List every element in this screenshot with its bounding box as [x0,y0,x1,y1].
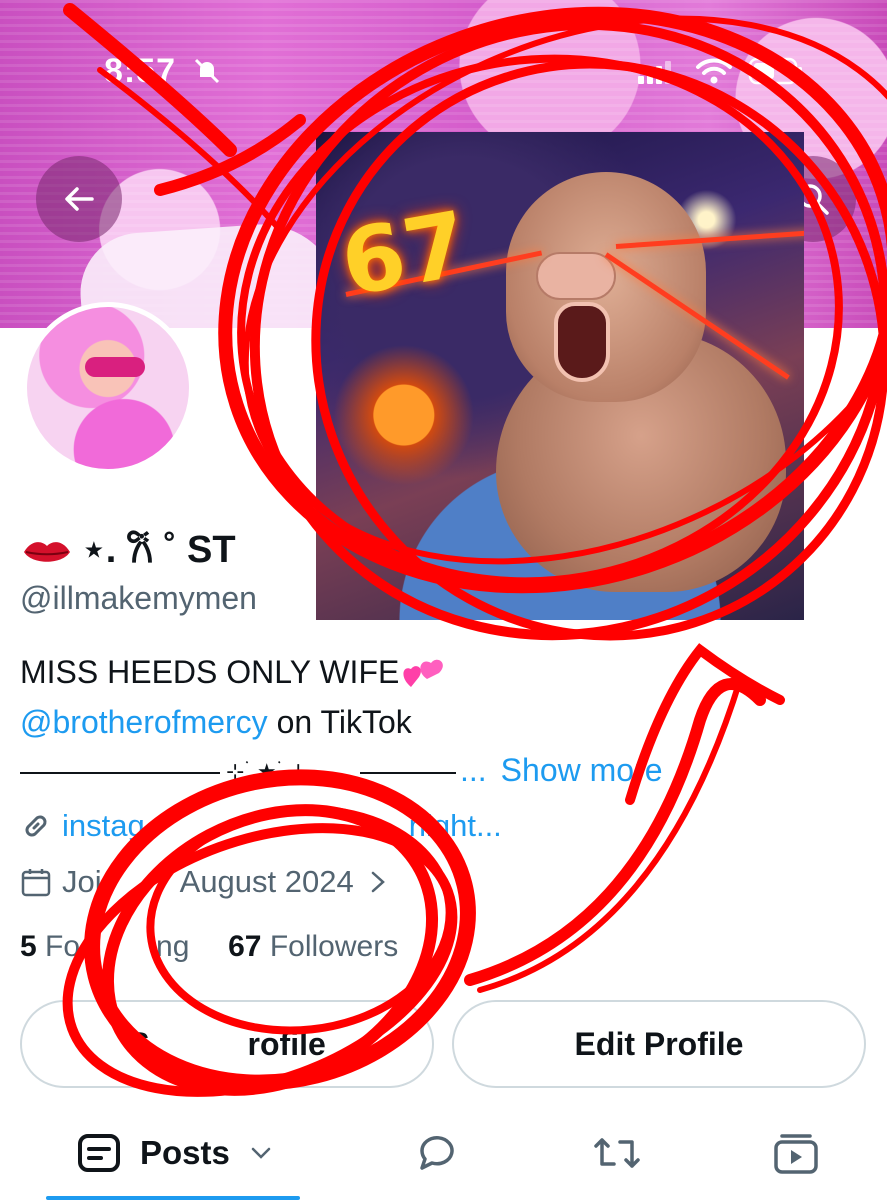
bio-mention-link[interactable]: @brotherofmercy [20,704,268,740]
pig-mouth-shape [554,302,610,382]
profile-link[interactable]: instag [62,808,145,844]
share-profile-label-tail: rofile [247,1025,326,1062]
bio-ellipsis: ... [460,752,487,788]
posts-icon [78,1134,120,1172]
status-bar: 8:57 [0,48,887,96]
calendar-icon [21,869,51,897]
meme-number-text: 67 [333,191,476,318]
following-count: 5 [20,930,37,963]
pig-meme-image: 67 [316,132,804,620]
edit-profile-button[interactable]: Edit Profile [452,1000,866,1088]
display-name: ⋆. 𐙚 ˚ ST [82,529,236,571]
following-label: Fo [45,930,81,963]
back-button[interactable] [36,156,122,242]
profile-link-tail[interactable]: night... [409,808,502,844]
display-name-row: ⋆. 𐙚 ˚ ST [22,522,236,574]
tab-replies[interactable] [414,1130,460,1176]
followers-link[interactable]: 67 Followers [228,930,398,963]
bell-off-icon [194,58,220,84]
bio-text: MISS HEEDS ONLY WIFE [20,654,400,690]
bio-line-2: @brotherofmercy on TikTok [20,704,412,741]
follow-stats: 5 Fo ng 67 Followers [20,930,398,964]
hearts-icon [403,659,444,687]
avatar[interactable] [22,302,194,474]
reply-icon [420,1136,454,1170]
lips-icon [24,542,70,562]
followers-label: Followers [269,930,399,963]
tab-posts[interactable]: Posts [76,1130,272,1176]
repost-icon [594,1138,640,1168]
back-arrow-icon [65,187,94,211]
bio-line-3: ⊹ ࣪ ★ ࣪ ⊹ ... Show more [20,752,663,789]
followers-count: 67 [228,930,262,963]
tab-media[interactable] [772,1130,820,1176]
divider-decoration-icon: ⊹ ࣪ ★ ࣪ ⊹ [20,760,456,785]
svg-text:⊹ ࣪ ★ ࣪ ⊹: ⊹ ࣪ ★ ࣪ ⊹ [226,760,308,785]
profile-tabs: Posts [0,1110,887,1200]
bio-text-tiktok: on TikTok [267,704,412,740]
chevron-right-icon [371,871,385,893]
edit-profile-label: Edit Profile [574,1025,744,1062]
following-link[interactable]: 5 Fo ng [20,930,189,963]
tab-reposts[interactable] [592,1130,642,1176]
bio-line-1: MISS HEEDS ONLY WIFE [20,654,447,693]
wifi-icon [696,58,732,84]
following-label-tail: ng [156,930,190,963]
handle: @illmakemymen [20,580,257,616]
share-profile-label: S [128,1025,150,1062]
profile-link-row[interactable]: instag night... [20,808,502,844]
joined-date: August 2024 [179,864,354,899]
status-time: 8:57 [104,52,177,90]
battery-icon [748,57,802,85]
link-icon [25,815,47,837]
tab-active-indicator [46,1196,300,1200]
signal-icon [638,61,671,84]
joined-label: Joi [62,864,102,899]
tab-posts-label: Posts [140,1134,230,1171]
chevron-down-icon[interactable] [250,1146,272,1160]
share-profile-button[interactable]: Srofile [20,1000,434,1088]
avatar-artwork [85,357,145,377]
pig-snout-shape [536,252,616,300]
joined-date-row[interactable]: Joi August 2024 [20,864,388,900]
media-icon [774,1134,818,1174]
show-more-link[interactable]: Show more [501,752,663,789]
